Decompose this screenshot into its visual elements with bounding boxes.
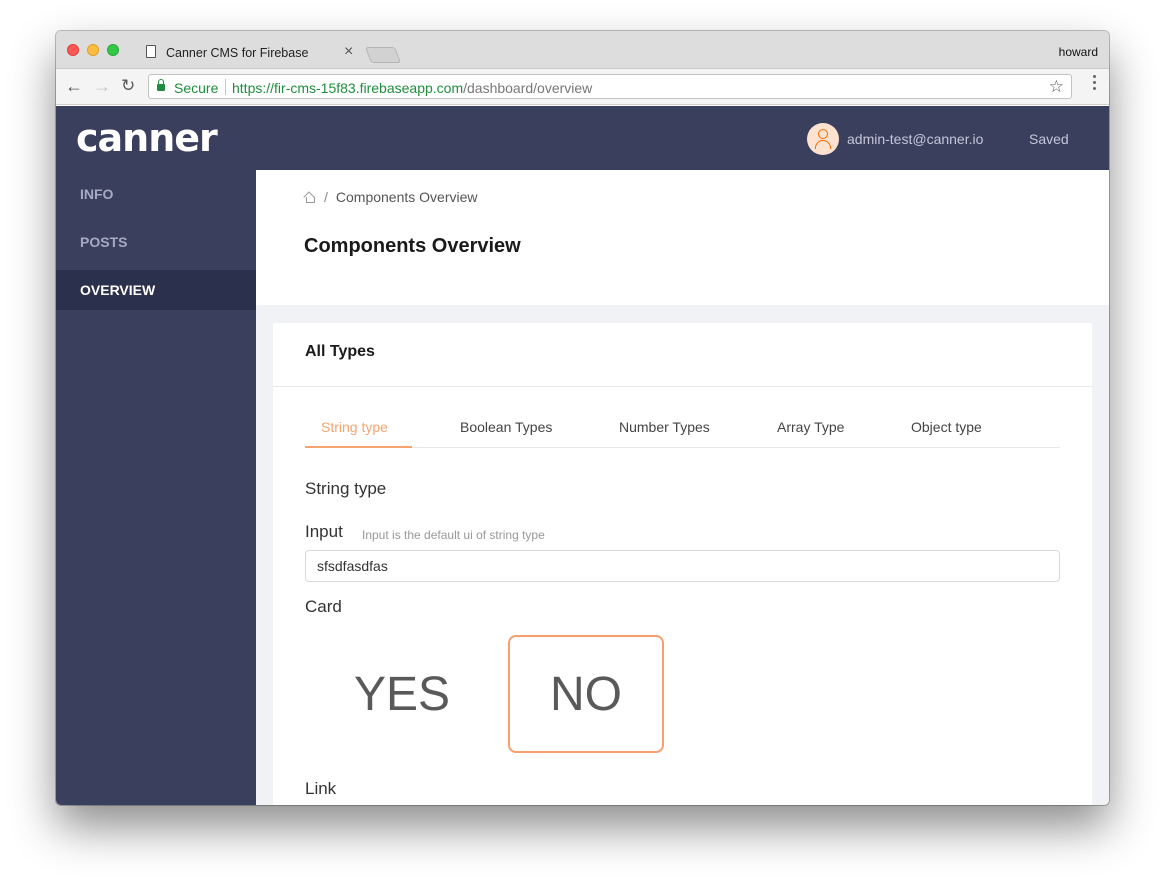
url-path: /dashboard/overview bbox=[463, 80, 593, 96]
no-option-card[interactable]: NO bbox=[508, 635, 664, 753]
card-field-label: Card bbox=[305, 597, 342, 616]
document-icon bbox=[146, 45, 156, 58]
link-field-label: Link bbox=[305, 779, 337, 798]
url-text[interactable]: https://fir-cms-15f83.firebaseapp.com/da… bbox=[232, 80, 592, 96]
breadcrumb-separator: / bbox=[324, 189, 328, 205]
secure-label: Secure bbox=[174, 80, 219, 96]
tab-object-type[interactable]: Object type bbox=[911, 419, 982, 435]
forward-arrow-icon[interactable]: → bbox=[93, 77, 111, 95]
avatar[interactable] bbox=[807, 123, 839, 155]
url-scheme: https:// bbox=[232, 80, 275, 96]
maximize-window-button[interactable] bbox=[107, 44, 119, 56]
user-icon-body bbox=[815, 140, 831, 149]
sidebar-item-posts[interactable]: POSTS bbox=[56, 222, 256, 262]
url-host: fir-cms-15f83.firebaseapp.com bbox=[274, 80, 464, 96]
page-title: Components Overview bbox=[304, 235, 521, 257]
breadcrumb-current: Components Overview bbox=[335, 189, 478, 205]
input-field-hint: Input is the default ui of string type bbox=[362, 528, 545, 542]
type-tabs: String type Boolean Types Number Types A… bbox=[305, 410, 1060, 448]
section-title: String type bbox=[305, 479, 387, 498]
close-icon[interactable]: × bbox=[344, 43, 353, 61]
tab-array-type[interactable]: Array Type bbox=[777, 419, 844, 435]
close-window-button[interactable] bbox=[67, 44, 79, 56]
tab-string-type[interactable]: String type bbox=[321, 419, 388, 435]
canner-logo[interactable]: canner bbox=[76, 116, 218, 160]
new-tab-button[interactable] bbox=[365, 47, 401, 63]
string-input[interactable] bbox=[305, 550, 1060, 582]
card-header: All Types bbox=[273, 323, 1092, 387]
minimize-window-button[interactable] bbox=[87, 44, 99, 56]
tab-title: Canner CMS for Firebase bbox=[166, 46, 309, 60]
star-icon[interactable]: ☆ bbox=[1049, 77, 1064, 97]
save-status[interactable]: Saved bbox=[1029, 131, 1069, 147]
browser-tab[interactable]: Canner CMS for Firebase × bbox=[144, 40, 364, 69]
main-content: / Components Overview Components Overvie… bbox=[256, 170, 1109, 805]
sidebar: INFO POSTS OVERVIEW bbox=[56, 170, 256, 805]
sidebar-item-overview[interactable]: OVERVIEW bbox=[56, 270, 256, 310]
app: canner admin-test@canner.io Saved INFO P… bbox=[56, 106, 1109, 805]
browser-window: Canner CMS for Firebase × howard ← → ↻ S… bbox=[56, 31, 1109, 805]
app-header: canner admin-test@canner.io Saved bbox=[56, 106, 1109, 170]
tab-boolean-types[interactable]: Boolean Types bbox=[460, 419, 552, 435]
yes-option-card[interactable]: YES bbox=[324, 635, 480, 753]
home-icon[interactable] bbox=[304, 192, 315, 203]
all-types-card: All Types String type Boolean Types Numb… bbox=[273, 323, 1092, 805]
browser-toolbar: ← → ↻ Secure https://fir-cms-15f83.fireb… bbox=[56, 69, 1109, 105]
input-field-label: Input bbox=[305, 522, 343, 541]
address-bar[interactable]: Secure https://fir-cms-15f83.firebaseapp… bbox=[148, 74, 1072, 99]
active-tab-indicator bbox=[305, 446, 412, 448]
breadcrumb: / Components Overview bbox=[304, 189, 478, 205]
card-title: All Types bbox=[305, 343, 375, 360]
back-arrow-icon[interactable]: ← bbox=[65, 77, 83, 95]
address-separator bbox=[225, 79, 226, 95]
reload-icon[interactable]: ↻ bbox=[121, 77, 135, 95]
tab-bar: Canner CMS for Firebase × howard bbox=[56, 31, 1109, 69]
profile-name[interactable]: howard bbox=[1059, 45, 1098, 59]
user-email[interactable]: admin-test@canner.io bbox=[847, 131, 983, 147]
user-icon bbox=[818, 129, 828, 139]
lock-icon bbox=[157, 79, 165, 91]
menu-icon[interactable] bbox=[1093, 75, 1097, 93]
tab-number-types[interactable]: Number Types bbox=[619, 419, 710, 435]
page-header: / Components Overview Components Overvie… bbox=[256, 170, 1109, 305]
sidebar-item-info[interactable]: INFO bbox=[56, 174, 256, 214]
